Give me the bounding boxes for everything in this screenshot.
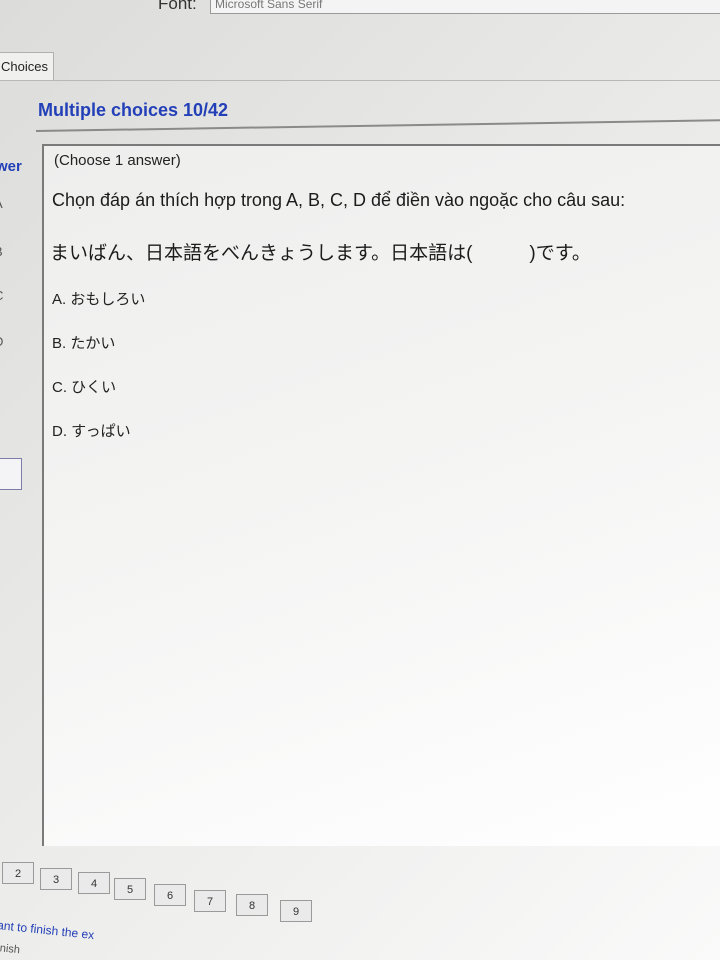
page-button[interactable]: 8 [236,894,268,916]
page-button[interactable]: 5 [114,878,146,900]
page-button[interactable]: 9 [280,900,312,922]
answer-key-a[interactable]: A [0,196,3,211]
page-button[interactable]: 6 [154,884,186,906]
question-prompt: Chọn đáp án thích hợp trong A, B, C, D đ… [52,190,626,210]
answer-key-c[interactable]: C [0,288,3,303]
question-pager: 2 3 4 5 6 7 8 9 [0,862,720,922]
tab-choices[interactable]: Choices [0,52,54,80]
page-title: Multiple choices 10/42 [38,100,229,120]
option-c[interactable]: C. ひくい [52,376,116,397]
option-b[interactable]: B. たかい [52,332,115,353]
question-panel: (Choose 1 answer) Chọn đáp án thích hợp … [42,144,720,846]
finish-text-fragment: inish [0,942,21,957]
answer-input-box[interactable] [0,458,22,490]
answer-side-panel: wer A B C D [0,140,40,840]
question-sentence: まいばん、日本語をべんきょうします。日本語は( )です。 [50,243,591,264]
font-select[interactable]: Microsoft Sans Serif [210,0,720,14]
answer-key-d[interactable]: D [0,334,3,349]
page-button[interactable]: 4 [78,872,110,894]
answer-label: wer [0,158,22,175]
instruction-text: (Choose 1 answer) [54,152,181,169]
font-toolbar: Font: Microsoft Sans Serif [0,0,720,28]
answer-key-b[interactable]: B [0,244,3,259]
font-label: Font: [158,0,197,13]
exam-screen: Font: Microsoft Sans Serif Choices Multi… [0,0,720,960]
option-a[interactable]: A. おもしろい [52,288,145,309]
page-button[interactable]: 2 [2,862,34,884]
page-button[interactable]: 7 [194,890,226,912]
option-d[interactable]: D. すっぱい [52,420,131,441]
tab-strip-divider [0,80,720,81]
page-button[interactable]: 3 [40,868,72,890]
